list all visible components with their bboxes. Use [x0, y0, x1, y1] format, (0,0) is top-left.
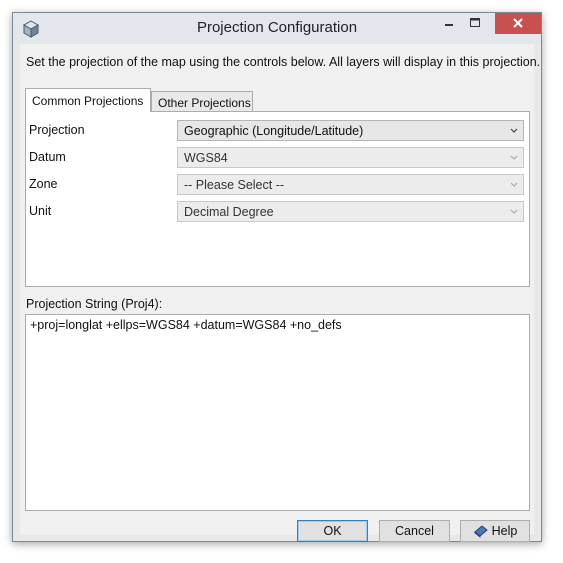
- chevron-down-icon: [510, 182, 518, 187]
- minimize-button[interactable]: [436, 13, 462, 34]
- projection-configuration-dialog: Projection Configuration Set the project…: [12, 12, 542, 542]
- datum-label: Datum: [29, 150, 66, 164]
- unit-value: Decimal Degree: [184, 205, 274, 219]
- projection-value: Geographic (Longitude/Latitude): [184, 124, 364, 138]
- zone-label: Zone: [29, 177, 58, 191]
- maximize-icon: [470, 18, 480, 27]
- common-projections-panel: Projection Geographic (Longitude/Latitud…: [25, 111, 530, 287]
- unit-label: Unit: [29, 204, 52, 218]
- zone-dropdown[interactable]: -- Please Select --: [177, 174, 524, 195]
- ok-button[interactable]: OK: [297, 520, 368, 542]
- unit-dropdown[interactable]: Decimal Degree: [177, 201, 524, 222]
- projection-string-textarea[interactable]: +proj=longlat +ellps=WGS84 +datum=WGS84 …: [25, 314, 530, 511]
- datum-dropdown[interactable]: WGS84: [177, 147, 524, 168]
- description-text: Set the projection of the map using the …: [26, 55, 541, 69]
- projection-string-label: Projection String (Proj4):: [26, 297, 163, 311]
- help-button-label: Help: [491, 524, 518, 538]
- help-button[interactable]: Help: [460, 520, 530, 542]
- tab-common-projections[interactable]: Common Projections: [25, 88, 151, 112]
- close-button[interactable]: [495, 13, 541, 34]
- help-book-icon: [473, 525, 488, 538]
- chevron-down-icon: [510, 128, 518, 133]
- dialog-body: Set the projection of the map using the …: [20, 44, 540, 542]
- close-icon: [513, 18, 523, 28]
- projection-dropdown[interactable]: Geographic (Longitude/Latitude): [177, 120, 524, 141]
- zone-value: -- Please Select --: [184, 178, 285, 192]
- chevron-down-icon: [510, 155, 518, 160]
- datum-value: WGS84: [184, 151, 228, 165]
- maximize-button[interactable]: [462, 13, 488, 34]
- minimize-icon: [445, 24, 453, 26]
- tab-other-projections[interactable]: Other Projections: [151, 91, 253, 113]
- chevron-down-icon: [510, 209, 518, 214]
- cancel-button[interactable]: Cancel: [379, 520, 450, 542]
- projection-label: Projection: [29, 123, 85, 137]
- title-bar[interactable]: Projection Configuration: [13, 13, 541, 44]
